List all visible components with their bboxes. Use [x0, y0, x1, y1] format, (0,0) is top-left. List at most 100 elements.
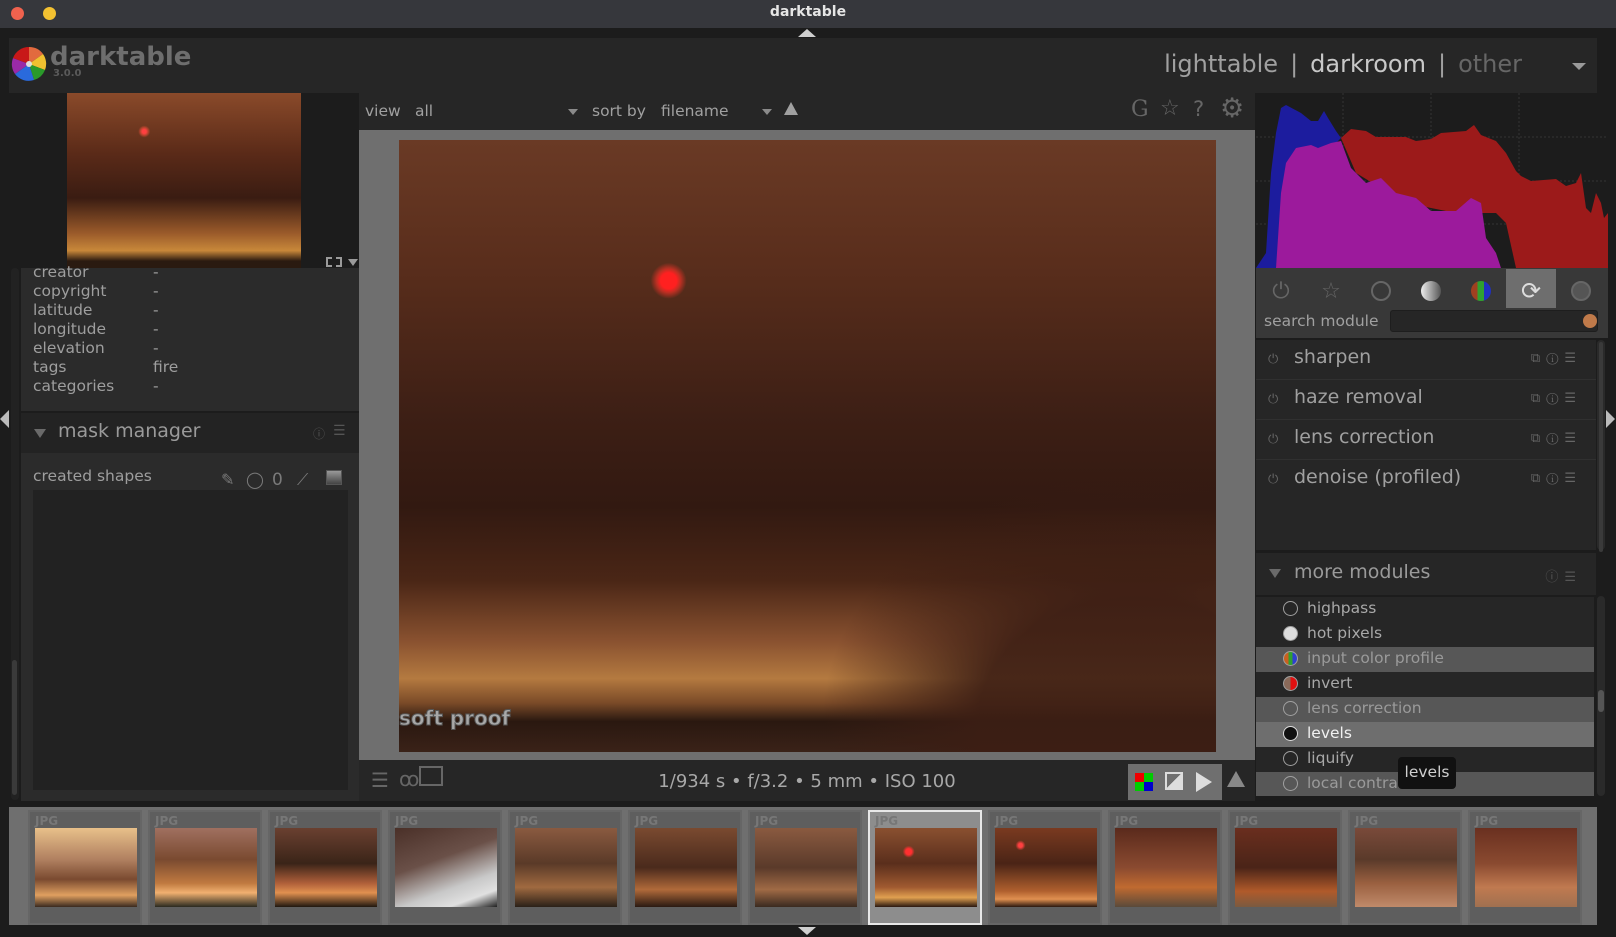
filmstrip-thumbnail[interactable]: JPG — [748, 810, 862, 925]
window-title: darktable — [769, 4, 847, 20]
thumbnail-image — [515, 828, 617, 907]
more-modules-header[interactable]: more modules ⓘ☰ — [1256, 553, 1596, 595]
more-module-highpass[interactable]: highpass — [1256, 597, 1594, 622]
metadata-row: categories - — [33, 377, 159, 395]
filmstrip-thumbnail[interactable]: JPG — [1348, 810, 1462, 925]
collapse-left-panel-icon[interactable] — [0, 410, 9, 428]
file-format-label: JPG — [155, 814, 179, 828]
power-icon[interactable]: ⏻ — [1268, 472, 1278, 487]
sort-ascending-icon[interactable] — [784, 102, 798, 115]
more-modules-actions-icons[interactable]: ⓘ☰ — [1545, 566, 1582, 585]
left-panel-scrollbar-thumb[interactable] — [12, 660, 17, 795]
metadata-row: longitude - — [33, 320, 159, 338]
presets-menu-icon[interactable]: ☰ — [333, 423, 346, 439]
module-actions-icons[interactable]: ⧉ⓘ☰ — [1531, 391, 1582, 406]
power-icon[interactable]: ⏻ — [1268, 432, 1278, 447]
chevron-down-icon[interactable] — [568, 109, 578, 115]
filmstrip-thumbnail[interactable]: JPG — [508, 810, 622, 925]
thumbnail-image — [275, 828, 377, 907]
view-darkroom[interactable]: darkroom — [1310, 50, 1426, 78]
more-module-levels[interactable]: levels — [1256, 722, 1594, 747]
main-image[interactable] — [399, 140, 1216, 752]
chevron-down-icon[interactable] — [762, 109, 772, 115]
clipping-icon[interactable] — [1165, 772, 1183, 790]
exif-info: 1/934 s • f/3.2 • 5 mm • ISO 100 — [658, 771, 956, 792]
histogram[interactable] — [1256, 93, 1608, 268]
star-icon[interactable]: ☆ — [1160, 96, 1180, 121]
more-module-hot-pixels[interactable]: hot pixels — [1256, 622, 1594, 647]
active-modules-icon[interactable]: ⏻ — [1256, 269, 1306, 313]
file-format-label: JPG — [1475, 814, 1499, 828]
collapse-right-panel-icon[interactable] — [1606, 410, 1615, 428]
filmstrip-thumbnail[interactable]: JPG — [148, 810, 262, 925]
grouping-icon[interactable]: G — [1131, 97, 1149, 122]
thumbnail-image — [635, 828, 737, 907]
gear-icon[interactable]: ⚙ — [1220, 93, 1244, 124]
color-group-icon[interactable] — [1456, 269, 1506, 313]
sort-by-select[interactable]: filename — [661, 102, 729, 120]
file-format-label: JPG — [995, 814, 1019, 828]
filmstrip-thumbnail[interactable]: JPG — [868, 810, 982, 925]
filmstrip-thumbnail[interactable]: JPG — [988, 810, 1102, 925]
module-sharpen[interactable]: ⏻ sharpen ⧉ⓘ☰ — [1256, 340, 1596, 380]
gamut-check-icon[interactable] — [1227, 771, 1245, 787]
modules-empty-area — [1256, 496, 1596, 550]
filmstrip-thumbnail[interactable]: JPG — [1228, 810, 1342, 925]
levels-icon — [1283, 726, 1298, 741]
fullscreen-icon[interactable] — [326, 257, 342, 267]
navigation-preview[interactable] — [67, 93, 301, 268]
more-module-invert[interactable]: invert — [1256, 672, 1594, 697]
module-actions-icons[interactable]: ⧉ⓘ☰ — [1531, 431, 1582, 446]
power-icon[interactable]: ⏻ — [1268, 392, 1278, 407]
module-name: sharpen — [1294, 346, 1372, 368]
circle-icon[interactable]: ◯ — [246, 470, 264, 489]
search-module-input[interactable] — [1390, 310, 1598, 332]
filmstrip-thumbnail[interactable]: JPG — [28, 810, 142, 925]
metadata-row: copyright - — [33, 282, 159, 300]
module-haze-removal[interactable]: ⏻ haze removal ⧉ⓘ☰ — [1256, 380, 1596, 420]
soft-proof-label: soft proof — [398, 706, 511, 731]
path-icon[interactable]: ⟋ — [297, 470, 308, 490]
raw-overexposed-icon[interactable] — [1135, 773, 1153, 791]
view-other[interactable]: other — [1458, 50, 1522, 78]
more-module-lens-correction[interactable]: lens correction — [1256, 697, 1594, 722]
filmstrip-thumbnail[interactable]: JPG — [1108, 810, 1222, 925]
mask-manager-header[interactable]: mask manager ⓘ ☰ — [21, 413, 359, 453]
filmstrip-thumbnail[interactable]: JPG — [628, 810, 742, 925]
modules-scrollbar-thumb[interactable] — [1599, 342, 1603, 552]
navigation-zoom-dropdown-icon[interactable] — [348, 259, 358, 266]
module-actions-icons[interactable]: ⧉ⓘ☰ — [1531, 471, 1582, 486]
tooltip: levels — [1398, 757, 1456, 789]
module-denoise-profiled[interactable]: ⏻ denoise (profiled) ⧉ⓘ☰ — [1256, 460, 1596, 500]
help-icon[interactable]: ? — [1193, 97, 1204, 121]
collapse-bottom-panel-icon[interactable] — [798, 927, 816, 935]
correct-group-icon[interactable]: ⟳ — [1506, 269, 1556, 313]
tone-group-icon[interactable] — [1406, 269, 1456, 313]
darktable-logo-icon — [11, 46, 47, 81]
favorites-icon[interactable]: ☆ — [1306, 269, 1356, 313]
filmstrip-thumbnail[interactable]: JPG — [268, 810, 382, 925]
filmstrip-thumbnail[interactable]: JPG — [388, 810, 502, 925]
chevron-down-icon[interactable] — [1572, 63, 1586, 70]
view-lighttable[interactable]: lighttable — [1164, 50, 1278, 78]
power-icon[interactable]: ⏻ — [1268, 352, 1278, 367]
brush-icon[interactable]: ✎ — [221, 470, 234, 489]
ellipse-icon[interactable]: 0 — [272, 470, 283, 490]
shapes-list[interactable] — [33, 490, 348, 790]
softproof-icon[interactable] — [1196, 772, 1212, 792]
collapse-top-panel-icon[interactable] — [798, 29, 816, 37]
more-modules-scrollbar-thumb[interactable] — [1598, 690, 1604, 712]
reset-icon[interactable]: ⓘ — [313, 425, 325, 442]
clear-search-icon[interactable] — [1583, 314, 1597, 328]
thumbnail-image — [755, 828, 857, 907]
effect-group-icon[interactable] — [1556, 269, 1606, 313]
gradient-icon[interactable] — [326, 470, 342, 485]
thumbnail-image — [1235, 828, 1337, 907]
basic-group-icon[interactable] — [1356, 269, 1406, 313]
module-name: denoise (profiled) — [1294, 466, 1462, 488]
module-actions-icons[interactable]: ⧉ⓘ☰ — [1531, 351, 1582, 366]
more-module-input-color-profile[interactable]: input color profile — [1256, 647, 1594, 672]
view-filter-select[interactable]: all — [415, 102, 433, 120]
filmstrip-thumbnail[interactable]: JPG — [1468, 810, 1582, 925]
module-lens-correction[interactable]: ⏻ lens correction ⧉ⓘ☰ — [1256, 420, 1596, 460]
